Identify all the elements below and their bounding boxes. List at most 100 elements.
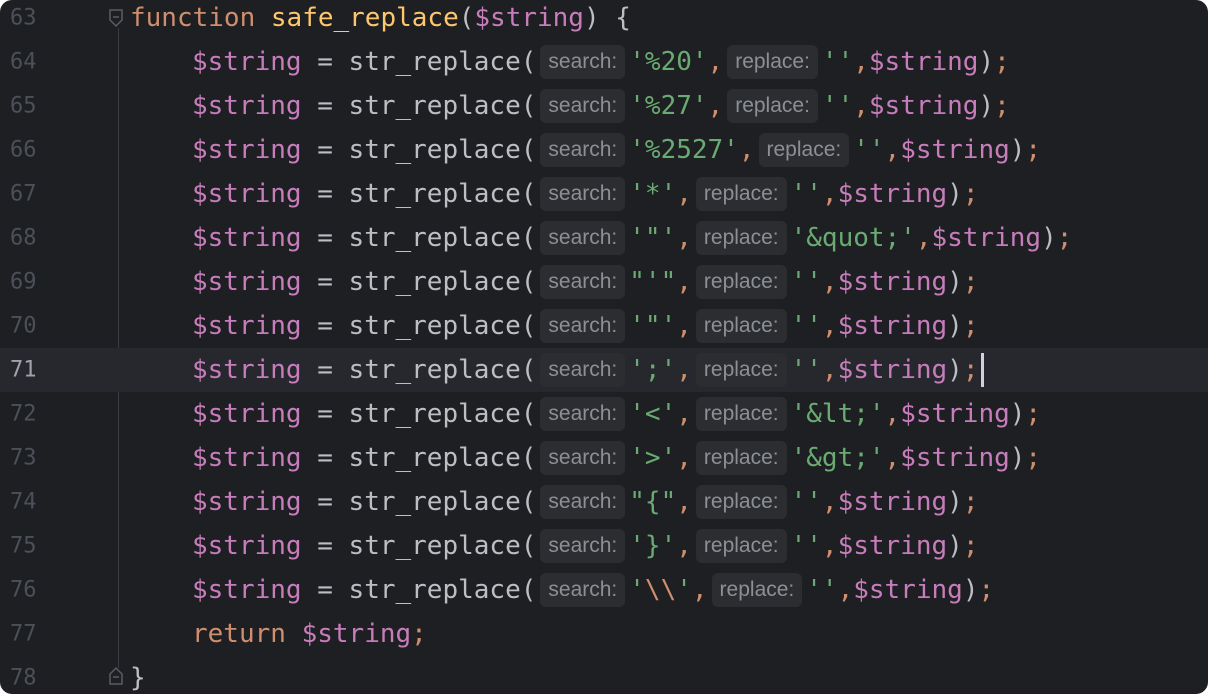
subject-argument: $string bbox=[868, 47, 979, 77]
semicolon: ; bbox=[962, 267, 979, 297]
code-line[interactable]: 68 $string = str_replace(search: '"', repla… bbox=[0, 216, 1208, 260]
parameter-hint-replace[interactable]: replace: bbox=[695, 309, 787, 343]
line-number: 77 bbox=[10, 621, 37, 647]
parameter-hint-search[interactable]: search: bbox=[540, 45, 626, 79]
code-line[interactable]: 65 $string = str_replace(search: '%27', rep… bbox=[0, 84, 1208, 128]
semicolon: ; bbox=[1025, 135, 1042, 165]
replace-argument: '' bbox=[790, 267, 822, 297]
parameter-hint-replace[interactable]: replace: bbox=[695, 265, 787, 299]
assignment-call: = str_replace( bbox=[301, 531, 537, 561]
line-number: 64 bbox=[10, 49, 37, 75]
replace-argument: '&gt;' bbox=[790, 443, 885, 473]
code-line[interactable]: 64 $string = str_replace(search: '%20', rep… bbox=[0, 40, 1208, 84]
variable: $string bbox=[192, 355, 302, 385]
search-argument: '*' bbox=[629, 179, 677, 209]
code-line[interactable]: 74 $string = str_replace(search: "{", repla… bbox=[0, 480, 1208, 524]
assignment-call: = str_replace( bbox=[301, 267, 537, 297]
code-content: $string = str_replace(search: ';', replace… bbox=[130, 348, 985, 392]
close-paren: ) bbox=[947, 311, 963, 341]
semicolon: ; bbox=[962, 355, 979, 385]
parameter-hint-replace[interactable]: replace: bbox=[727, 45, 818, 79]
comma: , bbox=[837, 575, 854, 605]
close-paren: ) bbox=[947, 355, 963, 385]
assignment-call: = str_replace( bbox=[301, 47, 537, 77]
line-number: 65 bbox=[10, 93, 37, 119]
parameter-hint-replace[interactable]: replace: bbox=[727, 89, 818, 123]
parameter-hint-replace[interactable]: replace: bbox=[695, 529, 787, 563]
parameter-hint-replace[interactable]: replace: bbox=[695, 177, 787, 211]
code-line[interactable]: 71 $string = str_replace(search: ';', repla… bbox=[0, 348, 1208, 392]
close-paren: ) bbox=[962, 575, 979, 605]
code-line[interactable]: 70 $string = str_replace(search: '"', repla… bbox=[0, 304, 1208, 348]
comma: , bbox=[884, 443, 901, 473]
parameter-hint-search[interactable]: search: bbox=[540, 133, 626, 167]
parameter-hint-replace[interactable]: replace: bbox=[695, 485, 787, 519]
parameter-hint-replace[interactable]: replace: bbox=[758, 133, 850, 167]
code-line[interactable]: 73 $string = str_replace(search: '>', repla… bbox=[0, 436, 1208, 480]
line-number: 76 bbox=[10, 577, 37, 603]
line-number: 70 bbox=[10, 313, 37, 339]
parameter-hint-replace[interactable]: replace: bbox=[695, 221, 787, 255]
assignment-call: = str_replace( bbox=[301, 223, 537, 253]
line-number: 74 bbox=[10, 489, 37, 515]
semicolon: ; bbox=[962, 179, 979, 209]
code-line[interactable]: 72 $string = str_replace(search: '<', repla… bbox=[0, 392, 1208, 436]
search-argument: '\\' bbox=[629, 575, 692, 605]
code-content: $string = str_replace(search: '>', replace… bbox=[130, 436, 1041, 480]
code-line[interactable]: 69 $string = str_replace(search: "'", repla… bbox=[0, 260, 1208, 304]
parameter-hint-replace[interactable]: replace: bbox=[695, 353, 787, 387]
return-value: $string bbox=[301, 619, 412, 649]
parameter-hint-replace[interactable]: replace: bbox=[695, 397, 787, 431]
parameter-hint-search[interactable]: search: bbox=[540, 89, 626, 123]
parameter-hint-replace[interactable]: replace: bbox=[695, 441, 787, 475]
subject-argument: $string bbox=[900, 399, 1010, 429]
code-line-closing-brace[interactable]: 78 } bbox=[0, 656, 1208, 694]
parameter-hint-search[interactable]: search: bbox=[540, 309, 626, 343]
parameter-hint-search[interactable]: search: bbox=[540, 441, 626, 475]
assignment-call: = str_replace( bbox=[301, 179, 537, 209]
parameter-hint-search[interactable]: search: bbox=[540, 265, 626, 299]
parameter-hint-search[interactable]: search: bbox=[540, 529, 626, 563]
code-line[interactable]: 66 $string = str_replace(search: '%2527', r… bbox=[0, 128, 1208, 172]
replace-argument: '' bbox=[821, 91, 854, 121]
code-line[interactable]: 75 $string = str_replace(search: '}', repla… bbox=[0, 524, 1208, 568]
code-editor[interactable]: 63 function safe_replace($string) { 64 $s… bbox=[0, 0, 1208, 694]
variable: $string bbox=[192, 135, 302, 165]
replace-argument: '' bbox=[790, 355, 822, 385]
comma: , bbox=[676, 179, 692, 209]
code-content: $string = str_replace(search: "'", replace… bbox=[130, 260, 978, 304]
close-paren: ) bbox=[1009, 443, 1026, 473]
parameter-hint-replace[interactable]: replace: bbox=[711, 573, 803, 607]
parameter-hint-search[interactable]: search: bbox=[540, 485, 626, 519]
subject-argument: $string bbox=[837, 311, 948, 341]
assignment-call: = str_replace( bbox=[301, 311, 537, 341]
line-number: 67 bbox=[10, 181, 37, 207]
code-line-function-header[interactable]: 63 function safe_replace($string) { bbox=[0, 0, 1208, 40]
comma: , bbox=[853, 47, 869, 77]
function-name: safe_replace bbox=[270, 3, 459, 33]
parameter-hint-search[interactable]: search: bbox=[540, 353, 626, 387]
comma: , bbox=[676, 223, 692, 253]
comma: , bbox=[884, 399, 901, 429]
parameter-hint-search[interactable]: search: bbox=[540, 573, 626, 607]
semicolon: ; bbox=[962, 531, 979, 561]
line-number: 75 bbox=[10, 533, 37, 559]
parameter-hint-search[interactable]: search: bbox=[540, 221, 626, 255]
code-line-return[interactable]: 77 return $string; bbox=[0, 612, 1208, 656]
replace-argument: '&lt;' bbox=[790, 399, 885, 429]
variable: $string bbox=[192, 311, 302, 341]
subject-argument: $string bbox=[837, 531, 948, 561]
code-line[interactable]: 67 $string = str_replace(search: '*', repla… bbox=[0, 172, 1208, 216]
close-paren: ) bbox=[1041, 223, 1057, 253]
comma: , bbox=[821, 179, 838, 209]
parameter-hint-search[interactable]: search: bbox=[540, 397, 626, 431]
code-content: } bbox=[130, 656, 146, 694]
variable: $string bbox=[192, 531, 302, 561]
search-argument: '%20' bbox=[629, 47, 708, 77]
code-content: $string = str_replace(search: '%20', repla… bbox=[130, 40, 1010, 84]
code-content: $string = str_replace(search: '%27', repla… bbox=[130, 84, 1010, 128]
assignment-call: = str_replace( bbox=[301, 355, 537, 385]
parameter-hint-search[interactable]: search: bbox=[540, 177, 626, 211]
code-line[interactable]: 76 $string = str_replace(search: '\\', repl… bbox=[0, 568, 1208, 612]
variable: $string bbox=[192, 179, 302, 209]
